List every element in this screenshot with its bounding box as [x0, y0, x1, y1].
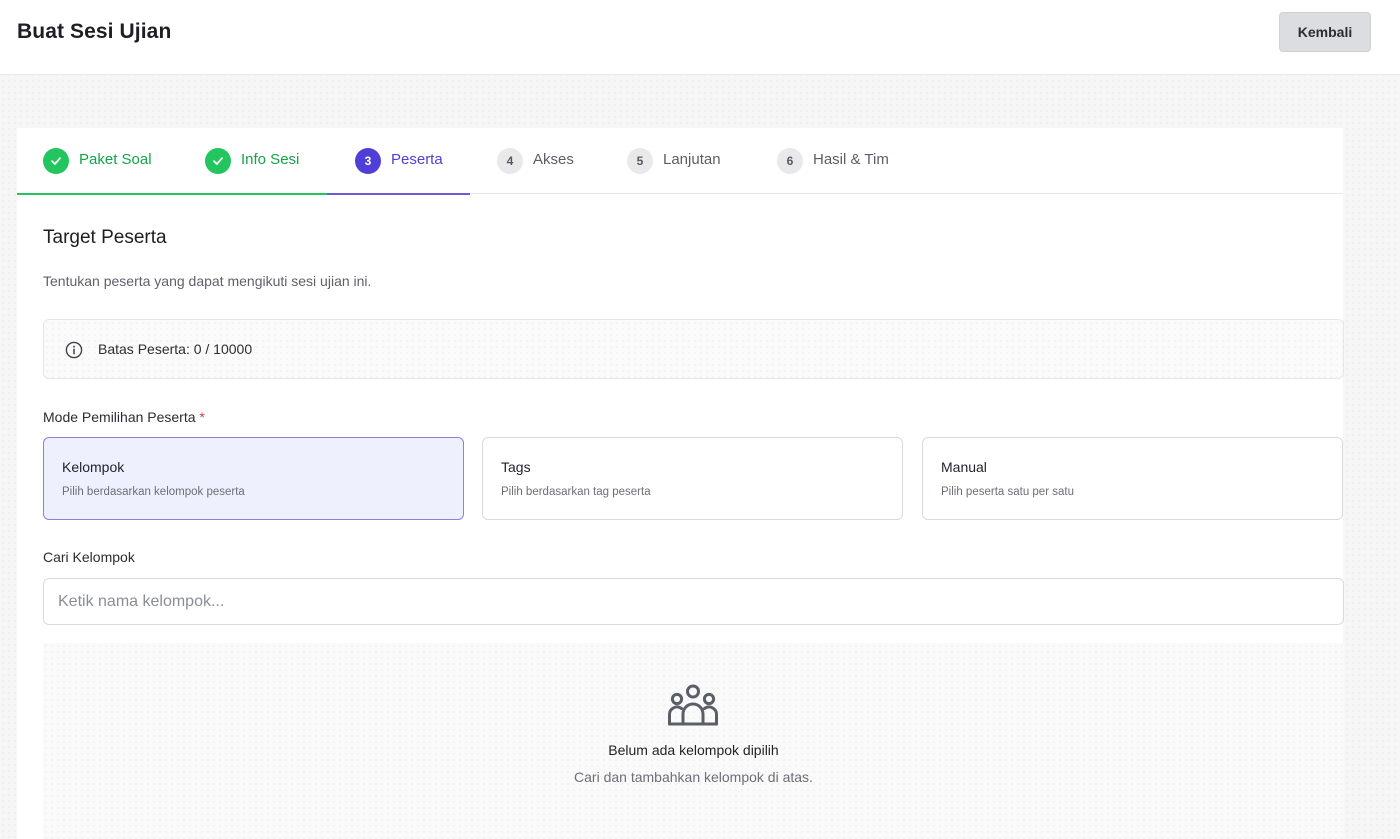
search-label: Cari Kelompok: [43, 549, 135, 565]
back-button[interactable]: Kembali: [1279, 12, 1371, 52]
page-title: Buat Sesi Ujian: [17, 20, 172, 43]
section-title: Target Peserta: [43, 227, 167, 248]
step-label: Peserta: [391, 151, 443, 168]
mode-option-title: Kelompok: [62, 459, 125, 475]
step-label: Paket Soal: [79, 151, 152, 168]
empty-state-title: Belum ada kelompok dipilih: [608, 742, 779, 758]
step-peserta[interactable]: 3 Peserta: [327, 128, 470, 195]
top-bar: Buat Sesi Ujian Kembali: [0, 0, 1400, 75]
group-search-input[interactable]: [43, 578, 1344, 625]
form-card: Paket Soal Info Sesi 3 Peserta 4 Akses 5…: [17, 128, 1344, 839]
check-icon: [205, 148, 231, 174]
step-number-badge: 5: [627, 148, 653, 174]
stepper: Paket Soal Info Sesi 3 Peserta 4 Akses 5…: [17, 128, 1343, 195]
mode-label: Mode Pemilihan Peserta *: [43, 409, 205, 425]
info-icon: [65, 341, 83, 359]
step-active-line: [327, 193, 470, 195]
mode-option-manual[interactable]: Manual Pilih peserta satu per satu: [922, 437, 1343, 520]
mode-label-text: Mode Pemilihan Peserta: [43, 409, 196, 425]
step-label: Info Sesi: [241, 151, 300, 168]
mode-option-description: Pilih berdasarkan tag peserta: [501, 486, 651, 498]
users-group-icon: [668, 684, 718, 726]
mode-option-tags[interactable]: Tags Pilih berdasarkan tag peserta: [482, 437, 903, 520]
mode-option-kelompok[interactable]: Kelompok Pilih berdasarkan kelompok pese…: [43, 437, 464, 520]
participant-quota-box: Batas Peserta: 0 / 10000: [43, 319, 1344, 379]
mode-option-description: Pilih berdasarkan kelompok peserta: [62, 486, 245, 498]
required-mark: *: [199, 409, 205, 425]
check-icon: [43, 148, 69, 174]
step-number-badge: 6: [777, 148, 803, 174]
step-number-badge: 4: [497, 148, 523, 174]
step-label: Lanjutan: [663, 151, 721, 168]
step-lanjutan[interactable]: 5 Lanjutan: [627, 128, 747, 194]
mode-option-description: Pilih peserta satu per satu: [941, 486, 1074, 498]
step-label: Akses: [533, 151, 574, 168]
participant-quota-text: Batas Peserta: 0 / 10000: [98, 341, 253, 357]
step-info-sesi[interactable]: Info Sesi: [205, 128, 327, 194]
step-number-badge: 3: [355, 148, 381, 174]
mode-option-title: Tags: [501, 459, 531, 475]
mode-option-title: Manual: [941, 459, 987, 475]
step-label: Hasil & Tim: [813, 151, 889, 168]
empty-state-subtitle: Cari dan tambahkan kelompok di atas.: [574, 769, 813, 785]
empty-state: Belum ada kelompok dipilih Cari dan tamb…: [43, 643, 1344, 839]
step-akses[interactable]: 4 Akses: [497, 128, 597, 194]
section-description: Tentukan peserta yang dapat mengikuti se…: [43, 273, 372, 289]
step-hasil-tim[interactable]: 6 Hasil & Tim: [777, 128, 917, 194]
